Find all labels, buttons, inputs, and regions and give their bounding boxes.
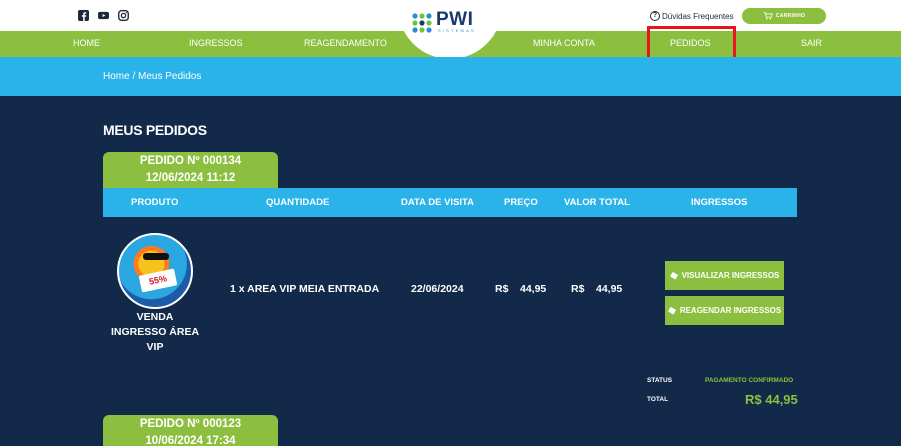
th-data-visita: DATA DE VISITA bbox=[401, 197, 475, 208]
ticket-icon bbox=[667, 306, 676, 315]
th-quantidade: QUANTIDADE bbox=[266, 197, 330, 208]
help-label: Dúvidas Frequentes bbox=[662, 11, 734, 21]
product-name: VENDA INGRESSO ÁREA VIP bbox=[110, 311, 200, 353]
sunglasses-icon bbox=[143, 253, 169, 260]
cart-button[interactable]: CARRINHO bbox=[742, 8, 826, 24]
nav-sair[interactable]: SAIR bbox=[801, 31, 822, 57]
th-produto: PRODUTO bbox=[131, 197, 179, 208]
instagram-icon[interactable] bbox=[118, 10, 129, 21]
order-datetime: 10/06/2024 17:34 bbox=[145, 435, 236, 446]
view-tickets-button[interactable]: VISUALIZAR INGRESSOS bbox=[665, 261, 784, 290]
help-circle-icon: ? bbox=[650, 11, 660, 21]
breadcrumb-band: Home / Meus Pedidos bbox=[0, 57, 901, 96]
nav-home[interactable]: HOME bbox=[73, 31, 100, 57]
help-link[interactable]: ? Dúvidas Frequentes bbox=[650, 10, 734, 22]
logo-subtext: SISTEMAS bbox=[438, 28, 476, 33]
total-value: 44,95 bbox=[596, 283, 623, 295]
status-value: PAGAMENTO CONFIRMADO bbox=[705, 377, 794, 384]
cart-icon bbox=[763, 12, 773, 20]
th-valor-total: VALOR TOTAL bbox=[564, 197, 630, 208]
view-tickets-label: VISUALIZAR INGRESSOS bbox=[681, 271, 780, 280]
order-datetime: 12/06/2024 11:12 bbox=[145, 172, 236, 184]
youtube-icon[interactable] bbox=[98, 10, 109, 21]
order-header: PEDIDO Nº 000134 12/06/2024 11:12 bbox=[103, 152, 278, 188]
page-title: MEUS PEDIDOS bbox=[103, 122, 207, 138]
logo[interactable]: PWI SISTEMAS bbox=[411, 9, 491, 36]
product-image: 55% bbox=[117, 233, 193, 309]
ticket-icon bbox=[669, 271, 678, 280]
logo-mark-icon bbox=[412, 13, 432, 33]
order-number: PEDIDO Nº 000123 bbox=[139, 418, 242, 430]
grand-total: R$ 44,95 bbox=[745, 392, 798, 407]
breadcrumb: Home / Meus Pedidos bbox=[103, 71, 202, 82]
visit-date-cell: 22/06/2024 bbox=[411, 283, 464, 295]
quantity-cell: 1 x AREA VIP MEIA ENTRADA bbox=[230, 283, 380, 295]
nav-ingressos[interactable]: INGRESSOS bbox=[189, 31, 243, 57]
th-preco: PREÇO bbox=[504, 197, 538, 208]
orders-table-header: PRODUTO QUANTIDADE DATA DE VISITA PREÇO … bbox=[103, 188, 797, 217]
total-currency: R$ bbox=[571, 283, 585, 295]
discount-badge: 55% bbox=[138, 268, 178, 293]
th-ingressos: INGRESSOS bbox=[691, 197, 748, 208]
total-label: TOTAL bbox=[647, 396, 669, 403]
price-value: 44,95 bbox=[520, 283, 547, 295]
order-number: PEDIDO Nº 000134 bbox=[139, 155, 242, 167]
reschedule-tickets-button[interactable]: REAGENDAR INGRESSOS bbox=[665, 296, 784, 325]
nav-minha-conta[interactable]: MINHA CONTA bbox=[533, 31, 595, 57]
nav-reagendamento[interactable]: REAGENDAMENTO bbox=[304, 31, 387, 57]
reschedule-tickets-label: REAGENDAR INGRESSOS bbox=[679, 306, 782, 315]
status-label: STATUS bbox=[647, 377, 673, 384]
order-header: PEDIDO Nº 000123 10/06/2024 17:34 bbox=[103, 415, 278, 446]
price-currency: R$ bbox=[495, 283, 509, 295]
cart-label: CARRINHO bbox=[775, 13, 806, 19]
facebook-icon[interactable] bbox=[78, 10, 89, 21]
